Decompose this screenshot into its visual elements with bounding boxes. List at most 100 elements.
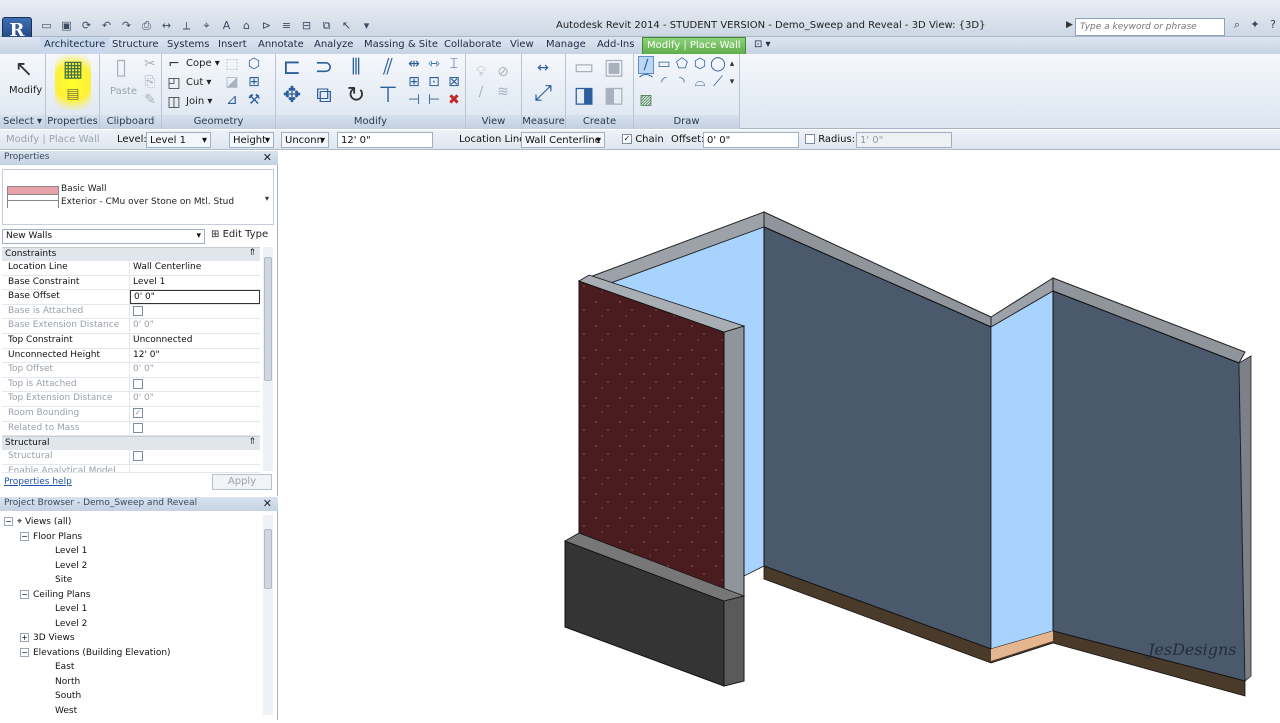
property-value[interactable]: 0' 0"	[130, 392, 260, 406]
offset-icon[interactable]: ⊃	[312, 56, 336, 80]
location-line-select[interactable]: Wall Centerline ▾	[521, 132, 605, 148]
create-assembly-icon[interactable]: ◧	[602, 84, 626, 108]
tab-analyze[interactable]: Analyze	[310, 37, 357, 54]
move-icon[interactable]: ✥	[280, 84, 304, 108]
type-selector[interactable]: Basic Wall Exterior - CMu over Stone on …	[2, 169, 274, 225]
subscription-icon[interactable]: ✦	[1248, 18, 1262, 33]
close-hidden-icon[interactable]: ⊟	[298, 18, 315, 33]
instance-filter-select[interactable]: New Walls ▾	[2, 229, 205, 244]
apply-button[interactable]: Apply	[212, 474, 272, 490]
paint-icon[interactable]: ◪	[224, 74, 240, 90]
tree-node[interactable]: North	[55, 677, 80, 687]
tab-architecture[interactable]: Architecture	[40, 37, 110, 54]
pick-lines-icon[interactable]: ⟋	[710, 74, 726, 90]
chain-option[interactable]: ✓ Chain	[622, 134, 664, 145]
cope-icon[interactable]: ⌐	[166, 56, 182, 72]
match-icon[interactable]: ✎	[142, 92, 158, 108]
tree-node[interactable]: − Floor Plans	[20, 532, 82, 542]
properties-icon[interactable]: ▤	[62, 86, 84, 102]
chain-checkbox[interactable]: ✓	[622, 134, 632, 144]
property-checkbox[interactable]	[133, 378, 143, 389]
search-icon[interactable]: ⌕	[1230, 18, 1244, 33]
level-select[interactable]: Level 1 ▾	[146, 132, 211, 148]
split-face-icon[interactable]: ⬚	[224, 56, 240, 72]
extend-icon[interactable]: ⊢	[426, 92, 442, 108]
delete-icon[interactable]: ✖	[446, 92, 462, 108]
tree-node[interactable]: East	[55, 662, 74, 672]
align-icon[interactable]: ⊏	[280, 56, 304, 80]
property-checkbox[interactable]	[133, 422, 143, 433]
3d-view-icon[interactable]: ⌂	[238, 18, 255, 33]
paste-button[interactable]: Paste	[110, 86, 137, 97]
category-constraints[interactable]: Constraints ⇑	[2, 247, 260, 261]
tab-manage[interactable]: Manage	[542, 37, 590, 54]
mirror-axis-icon[interactable]: ⫴	[344, 56, 368, 80]
switch-windows-icon[interactable]: ⧉	[318, 18, 335, 33]
line-icon[interactable]: ∕	[638, 56, 654, 74]
join-button[interactable]: Join ▾	[186, 96, 212, 107]
print-icon[interactable]: ⎙	[138, 18, 155, 33]
top-constraint-select[interactable]: Unconn ▾	[281, 132, 329, 148]
split-icon[interactable]: ⇹	[406, 56, 422, 72]
close-icon[interactable]: ✕	[263, 497, 272, 510]
property-checkbox[interactable]	[133, 451, 143, 462]
tree-node[interactable]: − Elevations (Building Elevation)	[20, 648, 171, 658]
tree-node[interactable]: West	[55, 706, 77, 716]
section-icon[interactable]: ⊳	[258, 18, 275, 33]
wall-joins-icon[interactable]: ⬡	[246, 56, 262, 72]
text-icon[interactable]: A	[218, 18, 235, 33]
tab-systems[interactable]: Systems	[163, 37, 214, 54]
property-value[interactable]: 12' 0"	[130, 349, 260, 363]
tab-massing-site[interactable]: Massing & Site	[360, 37, 442, 54]
measure-icon[interactable]: ↔	[158, 18, 175, 33]
height-mode-select[interactable]: Height ▾	[229, 132, 274, 148]
pin-icon[interactable]: ⌶	[446, 56, 462, 72]
property-value[interactable]: Level 1	[130, 276, 260, 290]
pick-faces-icon[interactable]: ▨	[638, 92, 654, 108]
hammer-icon[interactable]: ⚒	[246, 92, 262, 108]
dimension-icon[interactable]: ⟂	[178, 18, 195, 33]
graphics-icon[interactable]: ≋	[494, 84, 512, 100]
rotate-icon[interactable]: ↻	[344, 84, 368, 108]
edit-type-button[interactable]: ⊞ Edit Type	[211, 229, 268, 240]
properties-help-link[interactable]: Properties help	[4, 477, 72, 487]
dimension-measure-icon[interactable]: ↔	[530, 60, 556, 76]
cut-icon[interactable]: ✂	[142, 56, 158, 72]
draw-scroll-down-icon[interactable]: ▾	[726, 74, 738, 90]
tab-structure[interactable]: Structure	[108, 37, 163, 54]
cut-geometry-button[interactable]: Cut ▾	[186, 77, 211, 88]
mirror-draw-icon[interactable]: ⫽	[376, 56, 400, 80]
center-arc-icon[interactable]: ◜	[656, 74, 672, 90]
property-value[interactable]: Wall Centerline	[130, 261, 260, 275]
cope-button[interactable]: Cope ▾	[186, 58, 220, 69]
collapse-icon[interactable]: ⇑	[248, 437, 256, 447]
base-offset-input[interactable]: 0' 0"	[130, 290, 260, 304]
collapse-icon[interactable]: ⇑	[248, 248, 256, 258]
drawing-area-3d-view[interactable]	[279, 151, 1280, 720]
array-icon[interactable]: ⊞	[406, 74, 422, 90]
tab-collaborate[interactable]: Collaborate	[440, 37, 506, 54]
tab-annotate[interactable]: Annotate	[254, 37, 308, 54]
copy-element-icon[interactable]: ⧉	[312, 84, 336, 108]
create-part-icon[interactable]: ◨	[572, 84, 596, 108]
cut-geometry-icon[interactable]: ◰	[166, 75, 182, 91]
height-input[interactable]: 12' 0"	[337, 132, 433, 148]
tree-node[interactable]: − ⌖ Views (all)	[4, 517, 71, 527]
browser-scrollbar[interactable]	[263, 515, 273, 715]
undo-icon[interactable]: ↶	[98, 18, 115, 33]
modify-button[interactable]: Modify	[9, 85, 42, 96]
draw-scroll-up-icon[interactable]: ▴	[726, 56, 738, 72]
radius-checkbox[interactable]	[805, 134, 815, 144]
scrollbar-thumb[interactable]	[264, 529, 272, 589]
open-icon[interactable]: ▭	[38, 18, 55, 33]
scrollbar-thumb[interactable]	[264, 257, 272, 381]
radius-option[interactable]: Radius:	[805, 134, 855, 145]
tree-node[interactable]: Level 2	[55, 619, 87, 629]
fillet-arc-icon[interactable]: ⌓	[692, 74, 708, 90]
panel-label-select[interactable]: Select ▾	[0, 115, 45, 129]
modify-arrow-icon[interactable]: ↖	[338, 18, 355, 33]
help-icon[interactable]: ?	[1266, 18, 1280, 33]
property-value[interactable]: 0' 0"	[130, 363, 260, 377]
properties-scrollbar[interactable]	[263, 247, 273, 471]
sync-icon[interactable]: ⟳	[78, 18, 95, 33]
